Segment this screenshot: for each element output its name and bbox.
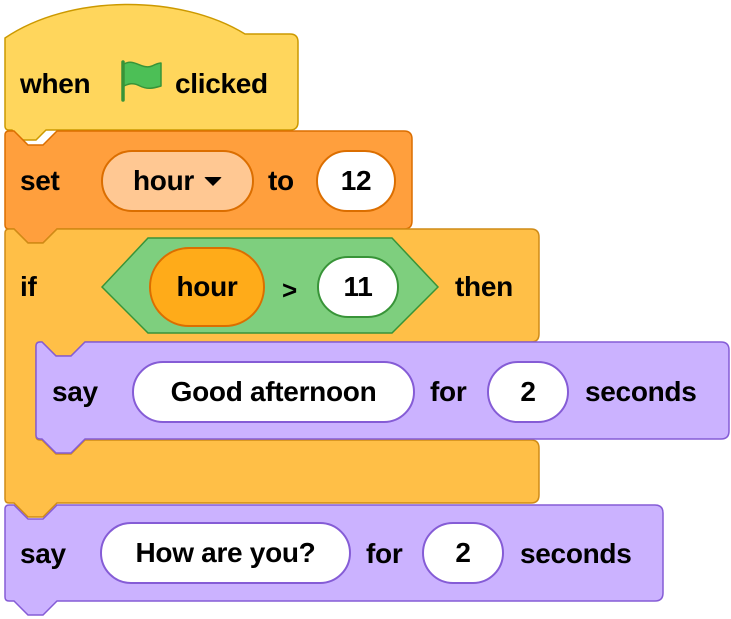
message-input[interactable]: Good afternoon bbox=[132, 361, 415, 423]
then-label: then bbox=[455, 271, 513, 302]
variable-dropdown[interactable]: hour bbox=[101, 150, 254, 212]
seconds-input[interactable]: 2 bbox=[422, 522, 504, 584]
to-label: to bbox=[268, 165, 294, 196]
set-value-input[interactable]: 12 bbox=[316, 150, 396, 212]
dropdown-caret-icon bbox=[204, 176, 222, 186]
seconds-input[interactable]: 2 bbox=[487, 361, 569, 423]
variable-name: hour bbox=[132, 165, 194, 196]
message-input[interactable]: How are you? bbox=[100, 522, 351, 584]
when-label: when bbox=[20, 68, 91, 99]
say-label: say bbox=[52, 376, 98, 407]
say-label: say bbox=[20, 538, 66, 569]
set-label: set bbox=[20, 165, 60, 196]
seconds-label: seconds bbox=[520, 538, 632, 569]
for-label: for bbox=[430, 376, 467, 407]
for-label: for bbox=[366, 538, 403, 569]
compare-value-input[interactable]: 11 bbox=[317, 256, 399, 318]
hour-variable-reporter[interactable]: hour bbox=[149, 247, 265, 327]
seconds-label: seconds bbox=[585, 376, 697, 407]
clicked-label: clicked bbox=[175, 68, 268, 99]
if-label: if bbox=[20, 271, 37, 302]
operator-symbol: > bbox=[282, 275, 297, 305]
